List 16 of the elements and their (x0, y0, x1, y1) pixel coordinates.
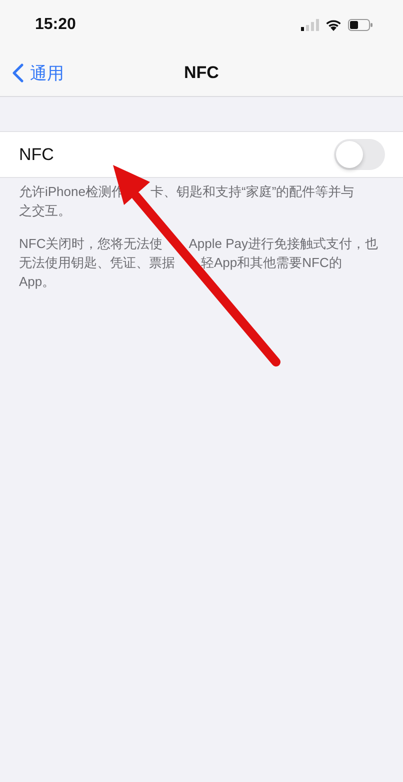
setting-label: NFC (19, 144, 54, 164)
footnote-text: 轻App和其他需要NFC的 (201, 254, 342, 272)
battery-icon (348, 19, 373, 31)
footnote-text: 卡、钥匙和支持“家庭”的配件等并与 (150, 183, 354, 201)
footnote-text: NFC关闭时，您将无法使 (19, 235, 163, 253)
nav-title: NFC (183, 63, 220, 83)
back-chevron-icon (12, 63, 24, 83)
footnote-text: Apple Pay进行免接触式支付，也 (188, 235, 378, 253)
footnote-text: 之交互。 (19, 202, 71, 220)
footnote-text: 无法使用钥匙、凭证、票据 (19, 254, 175, 272)
status-time: 15:20 (35, 16, 76, 34)
footnote-text: App。 (19, 273, 56, 291)
toggle-switch[interactable] (334, 139, 385, 170)
back-button[interactable]: 通用 (0, 62, 64, 84)
signal-icon (301, 19, 319, 31)
wifi-icon (325, 19, 342, 31)
